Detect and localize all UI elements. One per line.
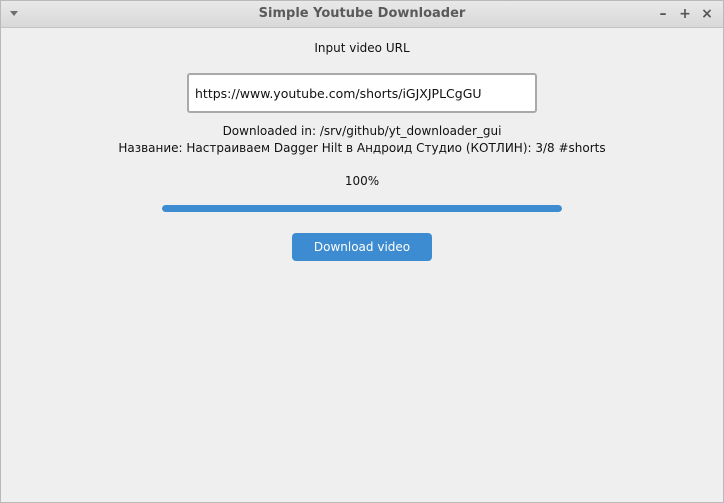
window-title: Simple Youtube Downloader bbox=[258, 6, 466, 21]
url-label: Input video URL bbox=[314, 41, 410, 55]
download-video-button[interactable]: Download video bbox=[292, 233, 432, 261]
title-bar[interactable]: Simple Youtube Downloader – + × bbox=[1, 1, 723, 28]
main-content: Input video URL Downloaded in: /srv/gith… bbox=[1, 28, 723, 502]
progress-percent: 100% bbox=[344, 174, 380, 188]
progress-bar-fill bbox=[162, 205, 562, 212]
app-window: Simple Youtube Downloader – + × Input vi… bbox=[0, 0, 724, 503]
progress-bar bbox=[162, 205, 562, 212]
download-path-text: Downloaded in: /srv/github/yt_downloader… bbox=[222, 124, 502, 138]
video-title-text: Название: Настраиваем Dagger Hilt в Андр… bbox=[118, 141, 606, 155]
minimize-button[interactable]: – bbox=[655, 6, 671, 22]
close-button[interactable]: × bbox=[699, 6, 715, 22]
maximize-button[interactable]: + bbox=[677, 6, 693, 22]
url-input[interactable] bbox=[187, 73, 537, 113]
